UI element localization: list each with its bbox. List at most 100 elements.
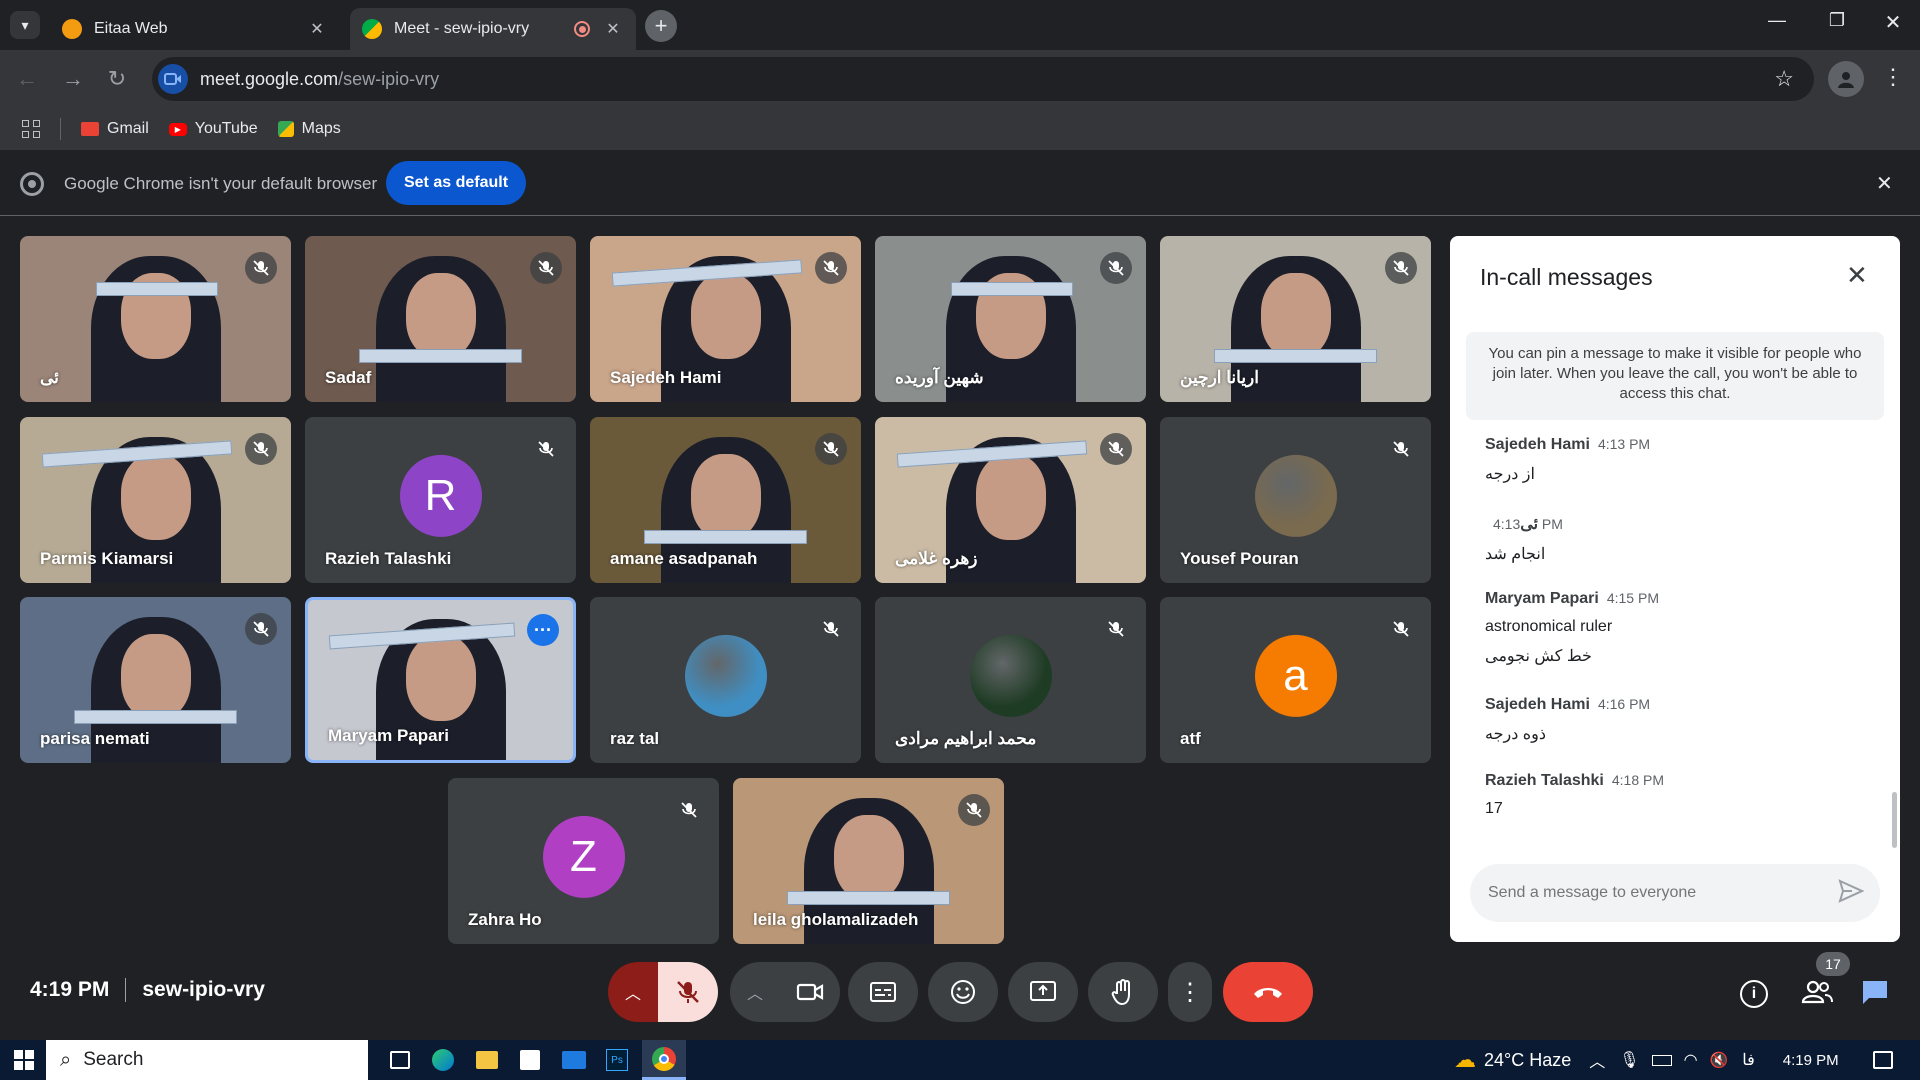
- more-options-button[interactable]: ⋮: [1168, 962, 1212, 1022]
- reactions-button[interactable]: [928, 962, 998, 1022]
- participant-tile[interactable]: leila gholamalizadeh: [733, 778, 1004, 944]
- participant-tile[interactable]: Maryam Papari ···: [305, 597, 576, 763]
- camera-options-button[interactable]: ︿: [730, 962, 780, 1022]
- participant-tile[interactable]: parisa nemati: [20, 597, 291, 763]
- new-tab-button[interactable]: +: [645, 10, 677, 42]
- chat-button[interactable]: [1860, 978, 1894, 1010]
- input-language[interactable]: فا: [1742, 1050, 1755, 1070]
- mic-options-button[interactable]: ︿: [608, 962, 658, 1022]
- weather-text[interactable]: 24°C Haze: [1484, 1050, 1571, 1071]
- chat-message[interactable]: Sajedeh Hami 4:16 PM ذوه درجه: [1485, 696, 1650, 744]
- tab-close-icon[interactable]: ✕: [306, 19, 328, 39]
- tab-meet[interactable]: Meet - sew-ipio-vry ✕: [350, 8, 636, 50]
- mic-muted-icon: [815, 613, 847, 645]
- close-chat-icon[interactable]: ✕: [1846, 260, 1868, 291]
- chrome-taskbar-icon[interactable]: [642, 1040, 686, 1080]
- present-icon: [1030, 981, 1056, 1001]
- participant-avatar: [969, 634, 1052, 717]
- video-face: [975, 453, 1046, 540]
- send-icon[interactable]: [1838, 879, 1865, 908]
- chat-message[interactable]: Maryam Papari 4:15 PM astronomical ruler خط…: [1485, 590, 1659, 666]
- camera-toggle-button[interactable]: [780, 962, 840, 1022]
- chat-input-box[interactable]: [1470, 864, 1880, 922]
- participant-tile[interactable]: شهین آوریده: [875, 236, 1146, 402]
- close-window-button[interactable]: ✕: [1878, 10, 1908, 40]
- tile-more-options-button[interactable]: ···: [527, 614, 559, 646]
- chat-message-input[interactable]: [1488, 884, 1818, 902]
- message-time: 4:15 PM: [1606, 590, 1659, 606]
- edge-icon[interactable]: [432, 1049, 454, 1071]
- notification-icon[interactable]: [1872, 1051, 1893, 1069]
- participant-tile[interactable]: Yousef Pouran: [1160, 417, 1431, 583]
- bookmark-gmail[interactable]: Gmail: [81, 120, 149, 138]
- participant-tile[interactable]: R Razieh Talashki: [305, 417, 576, 583]
- participant-tile[interactable]: amane asadpanah: [590, 417, 861, 583]
- infobar-close-icon[interactable]: ✕: [1876, 171, 1893, 196]
- participant-name: atf: [1180, 729, 1201, 748]
- leave-call-button[interactable]: [1223, 962, 1313, 1022]
- mic-muted-icon: [815, 433, 847, 465]
- meeting-code[interactable]: sew-ipio-vry: [142, 978, 265, 1002]
- taskbar-clock[interactable]: 4:19 PM: [1783, 1052, 1839, 1069]
- photoshop-icon[interactable]: Ps: [606, 1049, 628, 1071]
- restore-button[interactable]: ❐: [1822, 10, 1852, 40]
- people-button[interactable]: [1800, 978, 1836, 1010]
- volume-muted-icon[interactable]: 🔇: [1710, 1051, 1729, 1069]
- site-info-icon[interactable]: [158, 64, 188, 94]
- bookmark-maps[interactable]: Maps: [277, 120, 341, 138]
- meeting-info-button[interactable]: i: [1740, 980, 1768, 1008]
- participant-tile[interactable]: a atf: [1160, 597, 1431, 763]
- participant-tile[interactable]: Sajedeh Hami: [590, 236, 861, 402]
- participant-tile[interactable]: زهره غلامی: [875, 417, 1146, 583]
- bookmark-youtube[interactable]: ▶ YouTube: [168, 120, 258, 138]
- forward-icon[interactable]: →: [56, 62, 90, 96]
- battery-icon[interactable]: [1651, 1054, 1672, 1066]
- tab-eitaa[interactable]: Eitaa Web ✕: [50, 8, 340, 50]
- tab-close-icon[interactable]: ✕: [602, 19, 624, 39]
- mail-icon[interactable]: [562, 1051, 586, 1069]
- raise-hand-button[interactable]: [1088, 962, 1158, 1022]
- taskbar-search[interactable]: ⌕ Search: [46, 1040, 368, 1080]
- mic-muted-icon: [1100, 433, 1132, 465]
- ruler-prop: [950, 282, 1073, 297]
- bookmark-label: Maps: [301, 120, 341, 137]
- windows-start-icon[interactable]: [14, 1050, 34, 1070]
- bookmark-star-icon[interactable]: ☆: [1774, 66, 1794, 92]
- participant-tile[interactable]: اریانا ارچین: [1160, 236, 1431, 402]
- video-face: [833, 814, 904, 901]
- microphone-tray-icon[interactable]: 🎙: [1619, 1050, 1639, 1070]
- chat-message[interactable]: ئی4:13 PM انجام شد: [1485, 514, 1563, 564]
- participant-tile[interactable]: ئی: [20, 236, 291, 402]
- captions-button[interactable]: [848, 962, 918, 1022]
- participant-tile[interactable]: محمد ابراهیم مرادی: [875, 597, 1146, 763]
- participant-name: زهره غلامی: [895, 549, 978, 568]
- back-icon[interactable]: ←: [10, 62, 44, 96]
- chat-scrollbar[interactable]: [1892, 792, 1897, 848]
- store-icon[interactable]: [520, 1050, 540, 1070]
- participant-tile[interactable]: Sadaf: [305, 236, 576, 402]
- chat-message[interactable]: Razieh Talashki 4:18 PM 17: [1485, 772, 1664, 818]
- participant-tile[interactable]: Z Zahra Ho: [448, 778, 719, 944]
- camera-icon: [796, 983, 824, 1001]
- reload-icon[interactable]: ↻: [100, 62, 134, 96]
- chat-message[interactable]: Sajedeh Hami 4:13 PM از درجه: [1485, 436, 1650, 484]
- wifi-icon[interactable]: ◠: [1684, 1050, 1698, 1070]
- set-as-default-button[interactable]: Set as default: [386, 161, 526, 205]
- mic-toggle-button[interactable]: [658, 962, 718, 1022]
- weather-icon[interactable]: ☁: [1454, 1047, 1476, 1073]
- apps-grid-icon[interactable]: [22, 120, 40, 138]
- tab-search-button[interactable]: ▾: [10, 11, 40, 39]
- participant-tile[interactable]: raz tal: [590, 597, 861, 763]
- minimize-button[interactable]: —: [1762, 10, 1792, 40]
- profile-avatar[interactable]: [1828, 61, 1864, 97]
- participant-name: amane asadpanah: [610, 549, 758, 568]
- participant-tile[interactable]: Parmis Kiamarsi: [20, 417, 291, 583]
- file-explorer-icon[interactable]: [476, 1051, 498, 1069]
- address-bar[interactable]: meet.google.com/sew-ipio-vry ☆: [152, 57, 1814, 101]
- url-domain: meet.google.com: [200, 68, 339, 89]
- present-screen-button[interactable]: [1008, 962, 1078, 1022]
- task-view-icon[interactable]: [390, 1051, 410, 1069]
- message-text: 17: [1485, 800, 1503, 817]
- tray-chevron-icon[interactable]: ︿: [1589, 1048, 1605, 1072]
- chrome-menu-icon[interactable]: ⋮: [1882, 64, 1904, 90]
